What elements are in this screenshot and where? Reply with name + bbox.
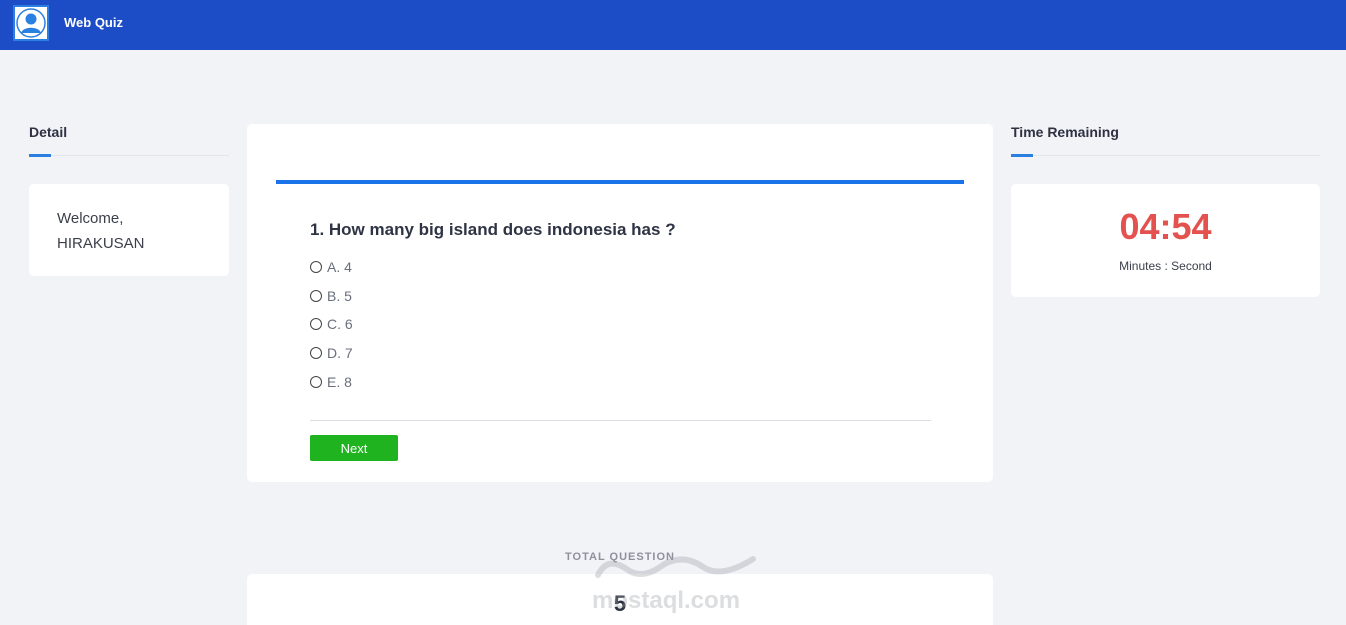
option-label: D. 7	[327, 345, 353, 361]
top-navbar: Web Quiz	[0, 0, 1346, 50]
total-question-label: TOTAL QUESTION	[565, 551, 675, 563]
countdown-timer: 04:54	[1119, 206, 1212, 247]
radio-icon[interactable]	[310, 347, 322, 359]
option-c[interactable]: C. 6	[310, 316, 353, 332]
quiz-progress-bar	[276, 180, 964, 184]
option-label: E. 8	[327, 374, 352, 390]
radio-icon[interactable]	[310, 290, 322, 302]
timer-card: 04:54 Minutes : Second	[1011, 184, 1320, 297]
welcome-greeting: Welcome,	[57, 210, 124, 227]
option-a[interactable]: A. 4	[310, 259, 352, 275]
quiz-card: 1. How many big island does indonesia ha…	[247, 124, 993, 482]
option-label: B. 5	[327, 288, 352, 304]
radio-icon[interactable]	[310, 261, 322, 273]
welcome-card: Welcome, HIRAKUSAN	[29, 184, 229, 276]
option-d[interactable]: D. 7	[310, 345, 353, 361]
option-label: A. 4	[327, 259, 352, 275]
next-button[interactable]: Next	[310, 435, 398, 461]
welcome-text: Welcome, HIRAKUSAN	[57, 206, 145, 256]
radio-icon[interactable]	[310, 376, 322, 388]
detail-accent	[29, 154, 51, 157]
quiz-divider	[310, 420, 931, 421]
total-question-value: 5	[613, 591, 627, 616]
timer-unit-label: Minutes : Second	[1119, 259, 1212, 273]
welcome-username: HIRAKUSAN	[57, 235, 145, 252]
option-b[interactable]: B. 5	[310, 288, 352, 304]
timer-accent	[1011, 154, 1033, 157]
detail-divider	[29, 155, 229, 156]
radio-icon[interactable]	[310, 318, 322, 330]
time-remaining-title: Time Remaining	[1011, 124, 1119, 140]
app-brand[interactable]: Web Quiz	[64, 15, 123, 30]
option-label: C. 6	[327, 316, 353, 332]
question-text: 1. How many big island does indonesia ha…	[310, 220, 676, 239]
timer-divider	[1011, 155, 1320, 156]
option-e[interactable]: E. 8	[310, 374, 352, 390]
user-avatar-icon[interactable]	[13, 5, 49, 41]
detail-title: Detail	[29, 124, 68, 140]
